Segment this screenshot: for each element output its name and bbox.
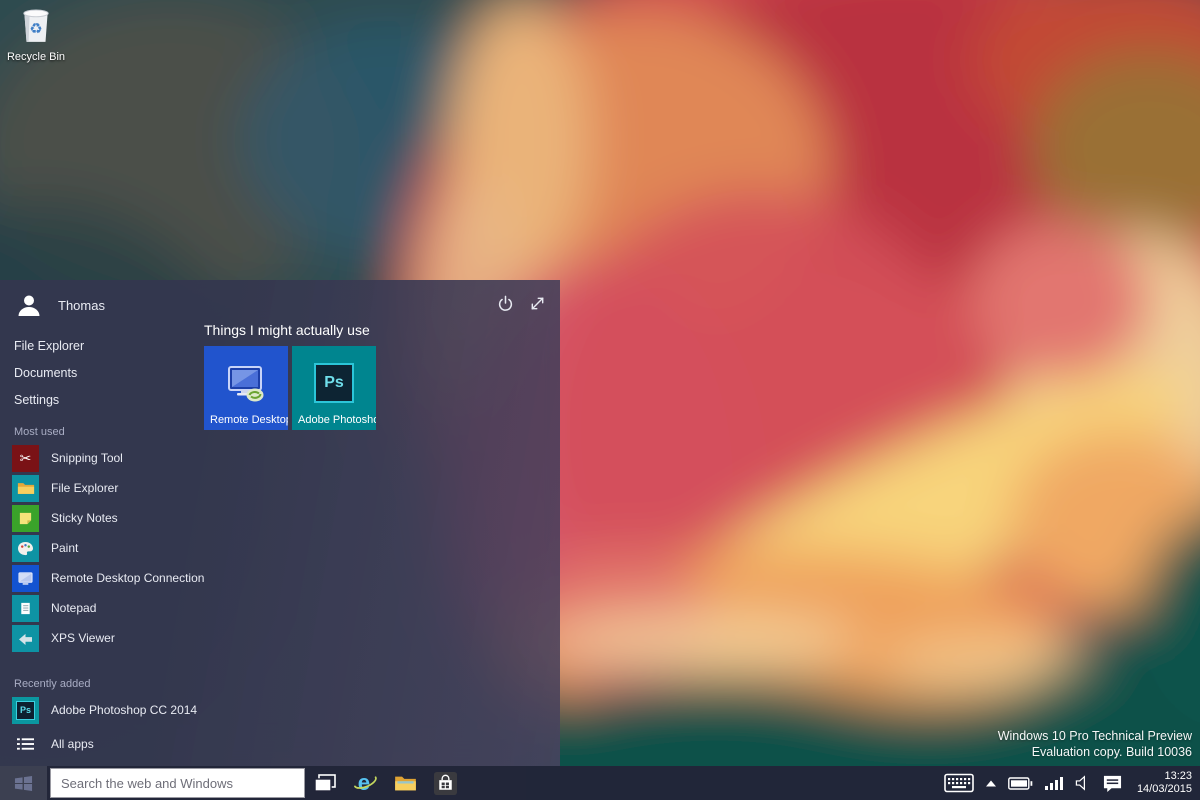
network-button[interactable] [1045, 766, 1063, 800]
xps-viewer-icon [12, 625, 39, 652]
file-explorer-icon [12, 475, 39, 502]
start-menu: Thomas File Explorer D [0, 280, 560, 766]
remote-desktop-icon [12, 565, 39, 592]
action-center-button[interactable] [1102, 766, 1123, 800]
power-icon [497, 295, 514, 312]
keyboard-icon [944, 773, 974, 793]
signal-bars-icon [1045, 776, 1063, 790]
sidebar-item-documents[interactable]: Documents [12, 359, 198, 386]
app-row-paint[interactable]: Paint [12, 533, 198, 563]
snipping-tool-icon: ✂ [12, 445, 39, 472]
watermark-line1: Windows 10 Pro Technical Preview [998, 728, 1192, 744]
search-input[interactable] [50, 768, 305, 798]
tile-remote-desktop[interactable]: Remote Desktop [204, 346, 288, 430]
expand-start-menu-button[interactable] [524, 290, 550, 316]
tile-group-title: Things I might actually use [204, 320, 376, 340]
windows-store-button[interactable] [425, 766, 465, 800]
nav-label: File Explorer [14, 339, 84, 353]
most-used-header: Most used [12, 421, 198, 443]
clock-date: 14/03/2015 [1137, 783, 1192, 796]
windows-logo-icon [14, 774, 33, 793]
app-row-file-explorer[interactable]: File Explorer [12, 473, 198, 503]
file-explorer-taskbar-button[interactable] [385, 766, 425, 800]
touch-keyboard-button[interactable] [944, 766, 974, 800]
app-row-snipping-tool[interactable]: ✂ Snipping Tool [12, 443, 198, 473]
store-icon [433, 771, 458, 796]
volume-button[interactable] [1075, 766, 1090, 800]
recycle-bin-label: Recycle Bin [6, 51, 66, 63]
taskbar-clock[interactable]: 13:23 14/03/2015 [1135, 770, 1192, 796]
taskbar-search [50, 768, 305, 798]
os-watermark: Windows 10 Pro Technical Preview Evaluat… [998, 728, 1192, 760]
recently-added-header: Recently added [12, 673, 198, 695]
battery-icon [1008, 777, 1033, 790]
remote-desktop-tile-icon [223, 364, 269, 404]
svg-text:♻: ♻ [29, 20, 42, 37]
task-view-icon [314, 774, 336, 792]
battery-button[interactable] [1008, 766, 1033, 800]
app-row-xps-viewer[interactable]: XPS Viewer [12, 623, 198, 653]
system-tray: 13:23 14/03/2015 [944, 766, 1200, 800]
clock-time: 13:23 [1137, 770, 1192, 783]
photoshop-tile-icon: Ps [314, 363, 354, 403]
nav-label: Settings [14, 393, 59, 407]
show-hidden-icons-button[interactable] [986, 766, 996, 800]
expand-diagonal-icon [529, 295, 546, 312]
sidebar-item-settings[interactable]: Settings [12, 386, 198, 413]
paint-icon [12, 535, 39, 562]
desktop: ♻ Recycle Bin Windows 10 Pro Technical P… [0, 0, 1200, 800]
user-avatar-icon [16, 292, 42, 318]
app-row-sticky-notes[interactable]: Sticky Notes [12, 503, 198, 533]
user-account[interactable]: Thomas [16, 292, 105, 318]
sidebar-item-file-explorer[interactable]: File Explorer [12, 332, 198, 359]
photoshop-icon: Ps [12, 697, 39, 724]
speaker-icon [1075, 775, 1090, 791]
notepad-icon [12, 595, 39, 622]
nav-label: Documents [14, 366, 77, 380]
task-view-button[interactable] [305, 766, 345, 800]
taskbar: e [0, 766, 1200, 800]
app-row-remote-desktop-connection[interactable]: Remote Desktop Connection [12, 563, 198, 593]
internet-explorer-button[interactable]: e [345, 766, 385, 800]
app-row-adobe-photoshop[interactable]: Ps Adobe Photoshop CC 2014 [12, 695, 198, 725]
internet-explorer-icon: e [353, 771, 378, 796]
all-apps-label: All apps [51, 737, 94, 751]
action-center-icon [1102, 774, 1123, 793]
tile-label: Adobe Photoshop [298, 414, 376, 426]
sticky-notes-icon [12, 505, 39, 532]
power-button[interactable] [492, 290, 518, 316]
user-name: Thomas [58, 298, 105, 313]
tile-adobe-photoshop[interactable]: Ps Adobe Photoshop [292, 346, 376, 430]
watermark-line2: Evaluation copy. Build 10036 [998, 744, 1192, 760]
recycle-bin-icon: ♻ [20, 6, 52, 44]
start-button[interactable] [0, 766, 47, 800]
tile-label: Remote Desktop [210, 414, 288, 426]
all-apps-button[interactable]: All apps [12, 729, 198, 759]
chevron-up-icon [986, 780, 996, 787]
svg-text:e: e [357, 771, 369, 795]
folder-icon [394, 774, 417, 793]
all-apps-list-icon [12, 737, 39, 751]
recycle-bin[interactable]: ♻ Recycle Bin [6, 6, 66, 63]
app-row-notepad[interactable]: Notepad [12, 593, 198, 623]
